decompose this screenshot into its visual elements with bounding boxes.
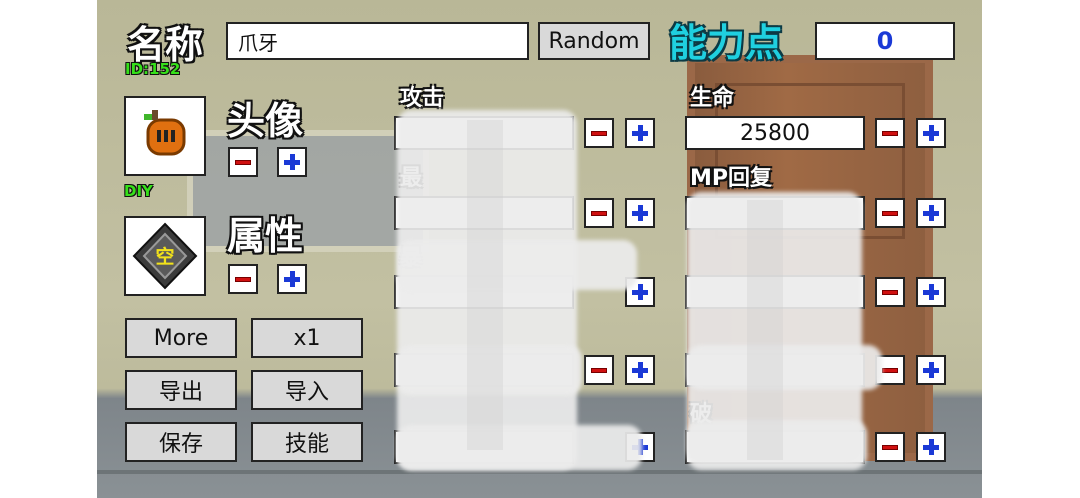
attribute-minus-button[interactable] <box>228 264 258 294</box>
attack-label: 攻击 <box>400 86 445 111</box>
mp-regen-label: MP回复 <box>690 166 773 191</box>
attribute-glyph: 空 <box>155 246 175 268</box>
max-stat-minus-button[interactable] <box>584 198 614 228</box>
name-input[interactable]: 爪牙 <box>226 22 529 60</box>
mp-regen-plus-button[interactable] <box>916 198 946 228</box>
avatar-minus-button[interactable] <box>228 147 258 177</box>
stat-l4-minus-button[interactable] <box>584 355 614 385</box>
floor-line <box>97 470 982 474</box>
break-plus-button[interactable] <box>916 432 946 462</box>
random-button[interactable]: Random <box>538 22 650 60</box>
skill-button[interactable]: 技能 <box>251 422 363 462</box>
hp-field[interactable]: 25800 <box>685 116 865 150</box>
mp-regen-minus-button[interactable] <box>875 198 905 228</box>
stat-r4-plus-button[interactable] <box>916 355 946 385</box>
diy-text: DIY <box>124 182 153 200</box>
import-button[interactable]: 导入 <box>251 370 363 410</box>
id-text: ID:152 <box>125 60 181 78</box>
attribute-frame[interactable]: 空 <box>124 216 206 296</box>
attack-minus-button[interactable] <box>584 118 614 148</box>
attribute-plus-button[interactable] <box>277 264 307 294</box>
attack-plus-button[interactable] <box>625 118 655 148</box>
break-minus-button[interactable] <box>875 432 905 462</box>
save-button[interactable]: 保存 <box>125 422 237 462</box>
max-stat-plus-button[interactable] <box>625 198 655 228</box>
export-button[interactable]: 导出 <box>125 370 237 410</box>
stat-r3-plus-button[interactable] <box>916 277 946 307</box>
redaction-right-2 <box>687 345 882 390</box>
multiplier-button[interactable]: x1 <box>251 318 363 358</box>
hp-minus-button[interactable] <box>875 118 905 148</box>
redaction-left-4 <box>397 425 642 470</box>
redaction-pixels-left <box>467 120 503 450</box>
hp-plus-button[interactable] <box>916 118 946 148</box>
game-stage: 名称 ID:152 爪牙 Random 能力点 0 DIY 头像 空 属性 Mo… <box>97 0 982 498</box>
avatar-frame[interactable] <box>124 96 206 176</box>
avatar-plus-button[interactable] <box>277 147 307 177</box>
attribute-label: 属性 <box>227 214 304 258</box>
stat-l4-plus-button[interactable] <box>625 355 655 385</box>
background-window <box>187 130 429 252</box>
more-button[interactable]: More <box>125 318 237 358</box>
ability-points-value: 0 <box>815 22 955 60</box>
redaction-pixels-right <box>747 200 783 460</box>
stat-r3-minus-button[interactable] <box>875 277 905 307</box>
ability-points-label: 能力点 <box>669 21 784 65</box>
redaction-left-2 <box>397 240 637 290</box>
pumpkin-icon <box>144 110 186 156</box>
hp-label: 生命 <box>690 86 735 111</box>
avatar-label: 头像 <box>227 99 304 143</box>
